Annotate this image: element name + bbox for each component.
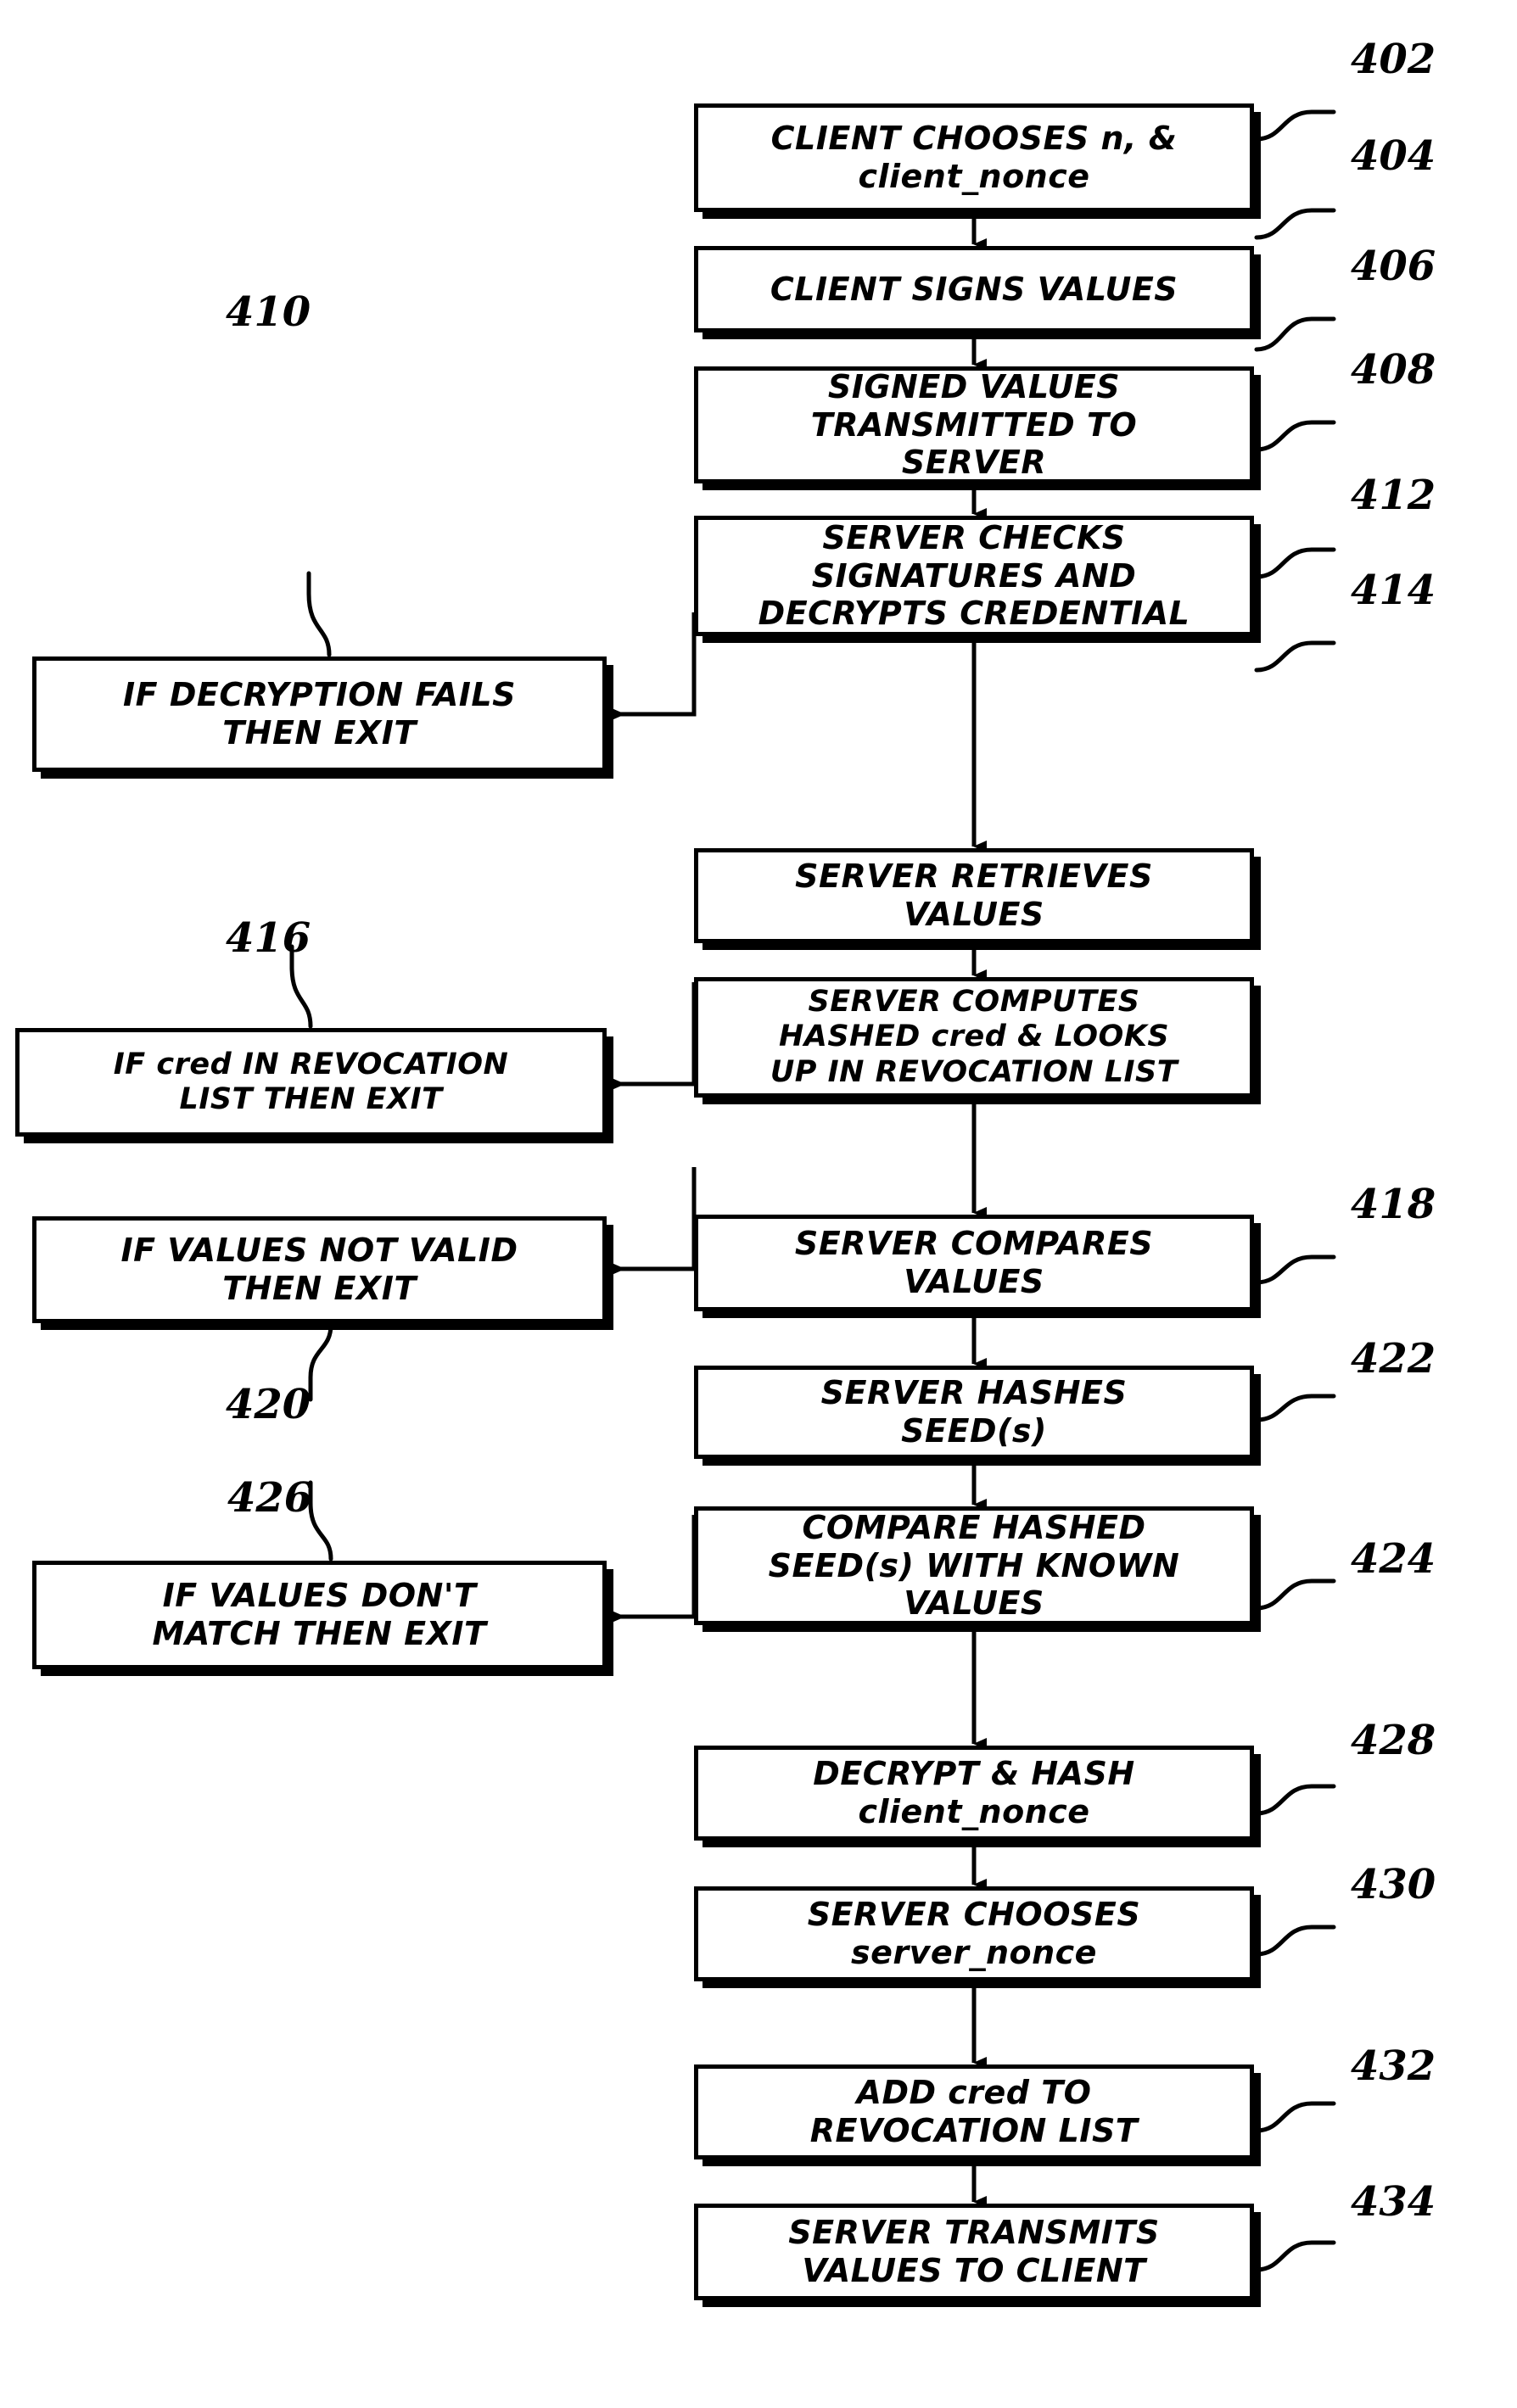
process-box-404: CLIENT SIGNS VALUES — [694, 246, 1254, 332]
connector-n414-to-n416 — [612, 982, 697, 1090]
process-box-426: IF VALUES DON'T MATCH THEN EXIT — [32, 1561, 607, 1669]
reference-numeral-408: 408 — [1351, 346, 1436, 394]
leader-line-426 — [308, 1480, 333, 1562]
process-box-416: IF cred IN REVOCATION LIST THEN EXIT — [15, 1028, 607, 1137]
process-box-label-420: IF VALUES NOT VALID THEN EXIT — [120, 1232, 518, 1307]
reference-numeral-422: 422 — [1351, 1335, 1436, 1383]
leader-line-428 — [1254, 1784, 1336, 1816]
process-box-402: CLIENT CHOOSES n, & client_nonce — [694, 103, 1254, 212]
leader-line-420 — [308, 1322, 333, 1402]
process-box-label-428: DECRYPT & HASH client_nonce — [813, 1755, 1135, 1830]
reference-numeral-414: 414 — [1351, 567, 1436, 614]
process-box-420: IF VALUES NOT VALID THEN EXIT — [32, 1216, 607, 1323]
process-box-422: SERVER HASHES SEED(s) — [694, 1366, 1254, 1459]
connector-layer — [289, 109, 1336, 2272]
leader-line-422 — [1254, 1394, 1336, 1422]
process-box-408: SERVER CHECKS SIGNATURES AND DECRYPTS CR… — [694, 516, 1254, 636]
flowchart-page: CLIENT CHOOSES n, & client_nonce CLIENT S… — [0, 0, 1517, 2408]
horizontal-connectors — [612, 612, 697, 1623]
leader-line-418 — [1254, 1254, 1336, 1285]
reference-numeral-404: 404 — [1351, 132, 1436, 180]
reference-numeral-410: 410 — [226, 288, 311, 336]
process-box-424: COMPARE HASHED SEED(s) WITH KNOWN VALUES — [694, 1506, 1254, 1625]
leader-line-402 — [1254, 109, 1336, 142]
reference-numeral-426: 426 — [227, 1474, 313, 1522]
reference-numeral-402: 402 — [1351, 36, 1436, 83]
connector-n418-to-n420 — [612, 1167, 697, 1275]
process-box-label-434: SERVER TRANSMITS VALUES TO CLIENT — [788, 2214, 1160, 2289]
process-box-label-410: IF DECRYPTION FAILS THEN EXIT — [123, 676, 516, 751]
process-box-406: SIGNED VALUES TRANSMITTED TO SERVER — [694, 366, 1254, 483]
process-box-label-414: SERVER COMPUTES HASHED cred & LOOKS UP I… — [770, 985, 1178, 1089]
leader-line-434 — [1254, 2240, 1336, 2272]
connector-n408-to-n410 — [612, 612, 697, 720]
connector-n424-to-n426 — [612, 1515, 697, 1623]
reference-numeral-424: 424 — [1351, 1535, 1436, 1583]
process-box-412: SERVER RETRIEVES VALUES — [694, 848, 1254, 943]
process-box-label-422: SERVER HASHES SEED(s) — [820, 1374, 1128, 1450]
leader-line-406 — [1254, 316, 1336, 352]
process-box-label-426: IF VALUES DON'T MATCH THEN EXIT — [152, 1577, 487, 1652]
leader-line-430 — [1254, 1925, 1336, 1957]
process-box-432: ADD cred TO REVOCATION LIST — [694, 2064, 1254, 2159]
reference-numeral-434: 434 — [1351, 2178, 1436, 2226]
process-box-label-408: SERVER CHECKS SIGNATURES AND DECRYPTS CR… — [758, 518, 1190, 633]
process-box-label-404: CLIENT SIGNS VALUES — [770, 270, 1178, 308]
reference-numeral-430: 430 — [1351, 1861, 1436, 1908]
process-box-418: SERVER COMPARES VALUES — [694, 1215, 1254, 1311]
process-box-410: IF DECRYPTION FAILS THEN EXIT — [32, 656, 607, 772]
process-box-430: SERVER CHOOSES server_nonce — [694, 1886, 1254, 1981]
leader-line-410 — [306, 571, 332, 657]
reference-numeral-406: 406 — [1351, 243, 1436, 290]
reference-numeral-420: 420 — [226, 1381, 311, 1428]
process-box-label-412: SERVER RETRIEVES VALUES — [795, 858, 1153, 933]
leader-line-404 — [1254, 208, 1336, 240]
leader-line-414 — [1254, 640, 1336, 673]
reference-numeral-432: 432 — [1351, 2042, 1436, 2090]
process-box-label-402: CLIENT CHOOSES n, & client_nonce — [770, 120, 1178, 195]
process-box-428: DECRYPT & HASH client_nonce — [694, 1746, 1254, 1841]
leader-line-412 — [1254, 547, 1336, 579]
reference-numeral-418: 418 — [1351, 1181, 1436, 1228]
leader-line-432 — [1254, 2101, 1336, 2133]
process-box-label-430: SERVER CHOOSES server_nonce — [807, 1896, 1141, 1971]
process-box-label-416: IF cred IN REVOCATION LIST THEN EXIT — [113, 1047, 509, 1116]
process-box-434: SERVER TRANSMITS VALUES TO CLIENT — [694, 2204, 1254, 2300]
leader-line-408 — [1254, 420, 1336, 452]
process-box-label-432: ADD cred TO REVOCATION LIST — [809, 2074, 1139, 2149]
process-box-label-406: SIGNED VALUES TRANSMITTED TO SERVER — [810, 367, 1138, 482]
reference-numeral-412: 412 — [1351, 472, 1436, 519]
reference-numeral-416: 416 — [226, 914, 311, 962]
reference-numeral-428: 428 — [1351, 1717, 1436, 1764]
process-box-label-418: SERVER COMPARES VALUES — [794, 1225, 1154, 1300]
leader-line-424 — [1254, 1578, 1336, 1611]
process-box-label-424: COMPARE HASHED SEED(s) WITH KNOWN VALUES — [768, 1508, 1180, 1623]
process-box-414: SERVER COMPUTES HASHED cred & LOOKS UP I… — [694, 977, 1254, 1098]
